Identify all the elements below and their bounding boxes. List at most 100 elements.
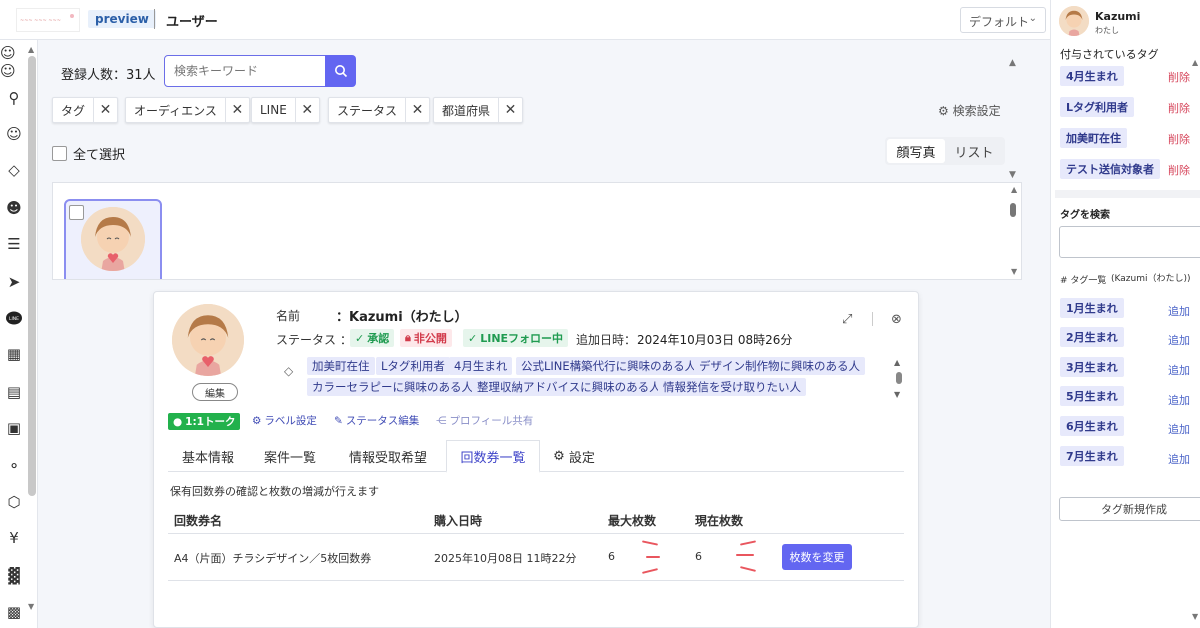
filter-label: LINE [260,103,287,117]
assigned-tag: 加美町在住 [1060,128,1127,148]
line-talk-button[interactable]: ● 1:1トーク [168,413,241,430]
ticket-icon[interactable]: ◇ [0,158,28,182]
grid-scroll-up[interactable]: ▲ [1011,185,1017,194]
annotation-mark [736,554,754,556]
current-user-avatar[interactable] [1059,6,1089,36]
search-button[interactable] [325,55,356,87]
preview-badge: preview [88,10,156,28]
yen-icon[interactable]: ¥ [0,526,28,550]
chat-bubble-icon: ● [173,415,183,428]
gear-icon: ⚙ [252,414,262,427]
document-icon[interactable]: ▣ [0,416,28,440]
tab-info-preferences[interactable]: 情報受取希望 [338,440,438,472]
change-count-button[interactable]: 枚数を変更 [782,544,852,570]
annotation-mark [641,540,659,546]
share-icon: ⋲ [436,414,447,427]
expand-icon[interactable]: ⤢ [842,312,852,327]
filter-status[interactable]: ステータス ✕ [328,97,431,123]
close-icon[interactable]: ✕ [224,97,249,123]
tab-tickets[interactable]: 回数券一覧 [446,440,540,473]
current-user-name: Kazumi [1095,10,1141,23]
right-scroll-down[interactable]: ▼ [1192,612,1198,621]
close-icon[interactable]: ✕ [294,97,319,123]
users-icon[interactable]: ☺☺ [0,44,28,80]
grid-scroll-down[interactable]: ▼ [1011,267,1017,276]
smile-icon[interactable]: ☺ [0,122,28,146]
article-icon[interactable]: ▤ [0,380,28,404]
grid-scrollbar[interactable] [1010,203,1016,217]
tag-chip: デザイン制作物に興味のある人 [694,357,865,375]
view-option-photo[interactable]: 顔写真 [887,139,945,163]
store-icon[interactable]: ▓ [0,564,28,588]
chat-icon[interactable]: ⚬ [0,454,28,478]
rail-scroll-down[interactable]: ▼ [28,602,34,611]
org-chart-icon[interactable]: ▦ [0,342,28,366]
main-scroll-up[interactable]: ▲ [1009,58,1016,68]
top-bar: ~~~ ~~~ ~~~ preview ユーザー デフォルト ⌄ [0,0,1050,40]
tag-icon[interactable]: ⚲ [0,86,28,110]
add-tag-link[interactable]: 追加 [1168,332,1190,348]
label-settings-link[interactable]: ⚙ ラベル設定 [252,413,317,428]
add-tag-link[interactable]: 追加 [1168,451,1190,467]
user-card-checkbox[interactable] [69,205,84,220]
add-tag-link[interactable]: 追加 [1168,303,1190,319]
rail-scroll-up[interactable]: ▲ [28,45,34,54]
filter-line[interactable]: LINE ✕ [251,97,320,123]
tag-chip: 情報発信を受け取りたい人 [658,378,806,396]
close-icon[interactable]: ✕ [93,97,117,123]
available-tag: 5月生まれ [1060,386,1124,406]
calendar-icon[interactable]: ▩ [0,600,28,624]
search-input[interactable] [164,55,326,87]
filter-tag[interactable]: タグ ✕ [52,97,119,123]
select-all-checkbox[interactable] [52,146,67,161]
close-icon[interactable]: ⊗ [891,312,902,327]
right-scroll-up[interactable]: ▲ [1192,58,1198,67]
tab-settings[interactable]: ⚙ 設定 [544,440,604,472]
tab-basic-info[interactable]: 基本情報 [168,440,248,472]
available-tag: 7月生まれ [1060,446,1124,466]
select-all[interactable]: 全て選択 [52,144,125,163]
box-icon[interactable]: ⬡ [0,490,28,514]
filter-prefecture[interactable]: 都道府県 ✕ [433,97,524,123]
close-icon[interactable]: ✕ [498,97,522,123]
add-tag-link[interactable]: 追加 [1168,362,1190,378]
tags-scroll-down[interactable]: ▼ [894,390,900,399]
search-settings-link[interactable]: ⚙ 検索設定 [938,102,1001,119]
filter-audience[interactable]: オーディエンス ✕ [125,97,250,123]
tag-chip: 公式LINE構築代行に興味のある人 [516,357,702,375]
tag-icon: ◇ [284,364,294,378]
tags-scrollbar[interactable] [896,372,902,384]
profile-share-text: プロフィール共有 [449,415,534,427]
tag-chip: 4月生まれ [449,357,513,375]
tags-scroll-up[interactable]: ▲ [894,358,900,367]
delete-tag-link[interactable]: 削除 [1168,100,1190,116]
view-preset-select[interactable]: デフォルト ⌄ [960,7,1046,33]
add-tag-link[interactable]: 追加 [1168,392,1190,408]
ticket-current: 6 [695,550,702,563]
delete-tag-link[interactable]: 削除 [1168,69,1190,85]
app-logo[interactable]: ~~~ ~~~ ~~~ [16,8,80,32]
status-edit-link[interactable]: ✎ ステータス編集 [334,413,419,428]
edit-avatar-button[interactable]: 編集 [192,383,238,401]
close-icon[interactable]: ✕ [405,97,429,123]
add-tag-link[interactable]: 追加 [1168,421,1190,437]
table-header-divider [168,533,904,534]
profile-share-link[interactable]: ⋲ プロフィール共有 [436,413,533,428]
main-scroll-down[interactable]: ▼ [1009,170,1016,180]
delete-tag-link[interactable]: 削除 [1168,162,1190,178]
col-header-purchased: 購入日時 [434,514,483,528]
delete-tag-link[interactable]: 削除 [1168,131,1190,147]
view-option-list[interactable]: リスト [945,139,1003,163]
send-icon[interactable]: ➤ [0,270,28,294]
gear-icon: ⚙ [938,104,949,118]
list-icon[interactable]: ☰ [0,232,28,256]
line-icon[interactable]: LINE [0,306,28,330]
view-toggle: 顔写真 リスト [885,137,1005,165]
tab-cases[interactable]: 案件一覧 [250,440,330,472]
tag-search-input[interactable] [1059,226,1200,258]
rail-scrollbar[interactable] [28,56,36,496]
create-tag-button[interactable]: タグ新規作成 [1059,497,1200,521]
user-card[interactable] [64,199,162,279]
available-tag: 6月生まれ [1060,416,1124,436]
user-settings-icon[interactable]: ☻ [0,196,28,220]
